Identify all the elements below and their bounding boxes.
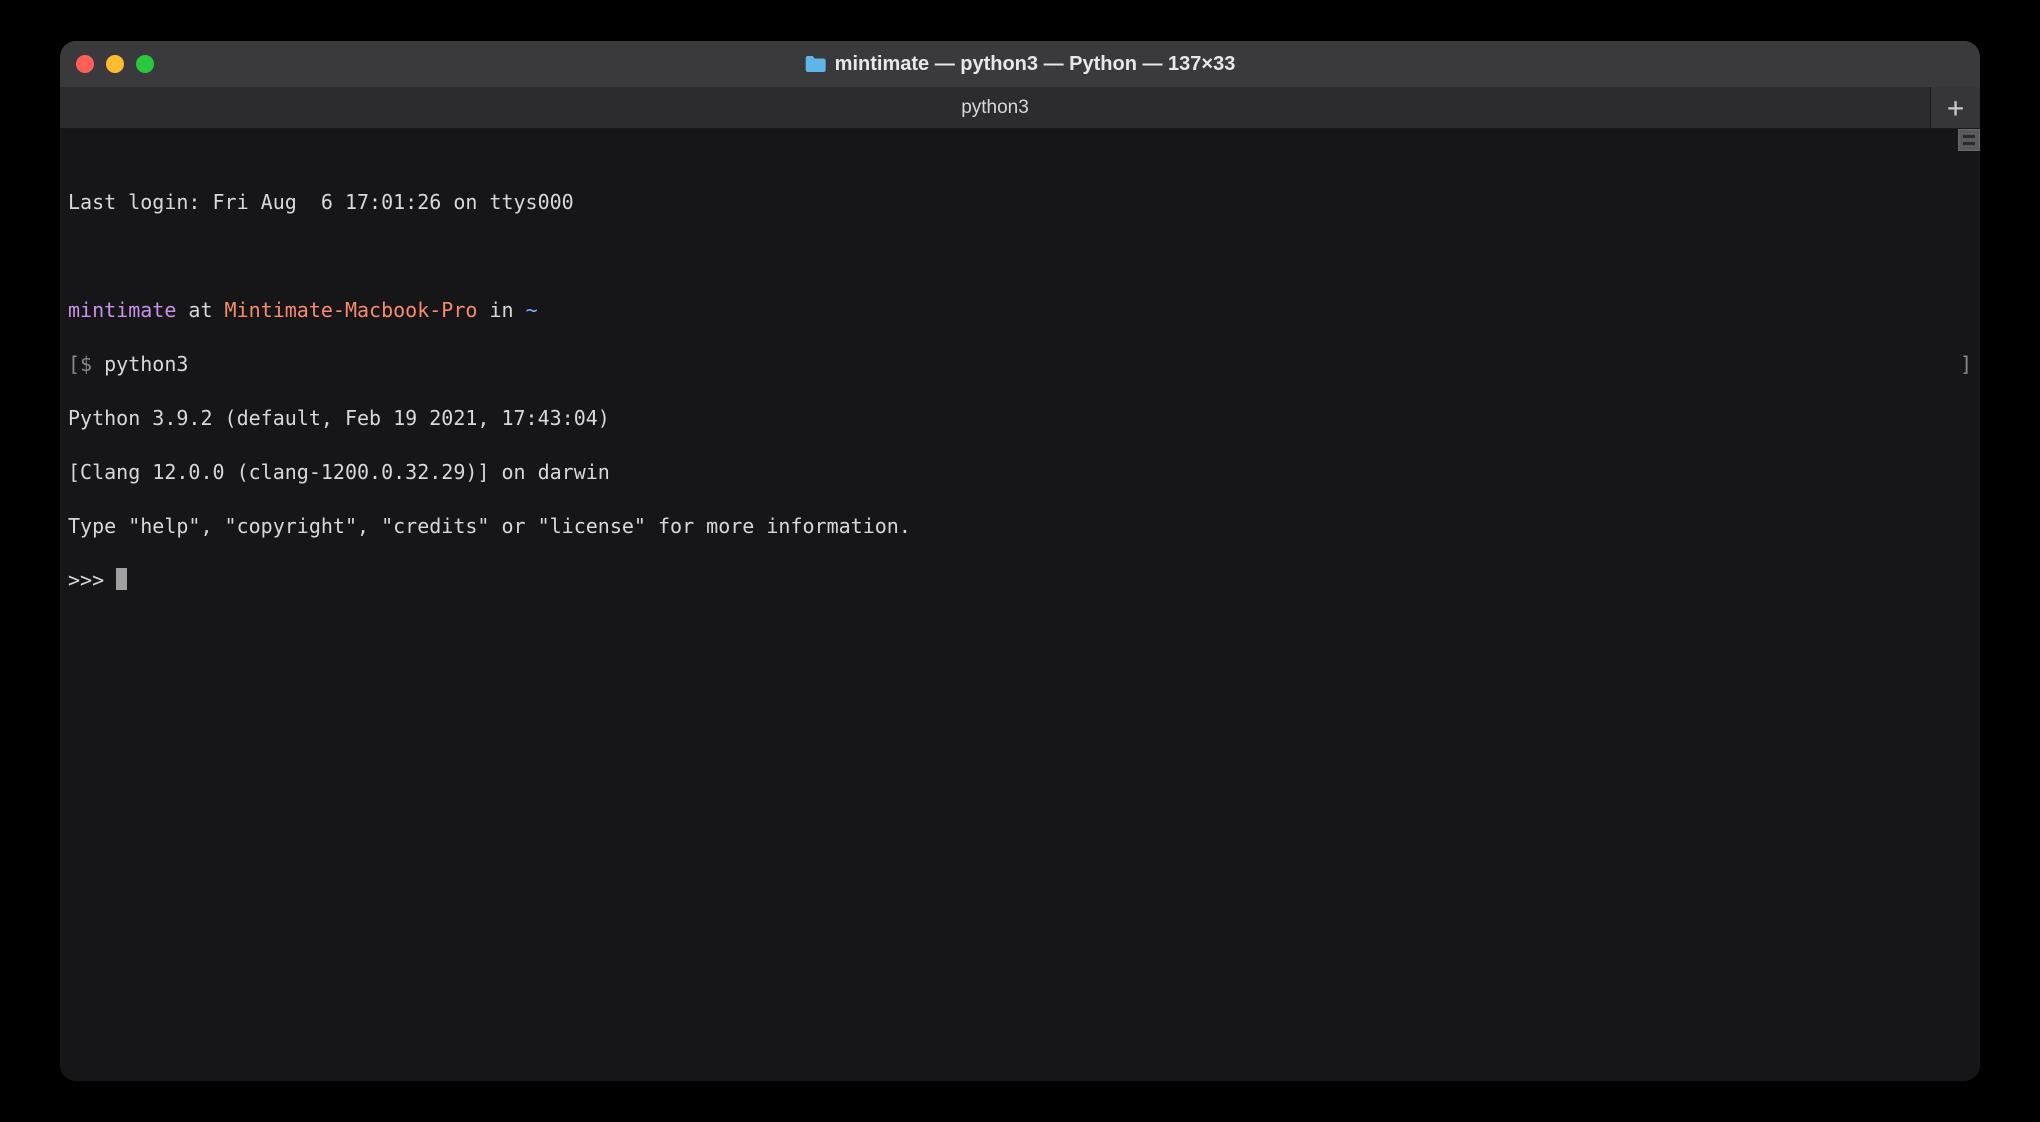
typed-command: python3 — [104, 352, 188, 376]
last-login-line: Last login: Fri Aug 6 17:01:26 on ttys00… — [68, 189, 1972, 216]
repl-prompt: >>> — [68, 568, 116, 592]
window-controls — [76, 55, 154, 73]
python-help-line: Type "help", "copyright", "credits" or "… — [68, 513, 1972, 540]
minimize-button[interactable] — [106, 55, 124, 73]
window-title: mintimate — python3 — Python — 137×33 — [805, 53, 1236, 76]
command-line: [$ python3] — [68, 351, 1972, 378]
tab-python3[interactable]: python3 — [60, 87, 1930, 128]
cursor — [116, 568, 127, 590]
prompt-host: Mintimate-Macbook-Pro — [225, 298, 478, 322]
prompt-in: in — [477, 298, 525, 322]
terminal-window: mintimate — python3 — Python — 137×33 py… — [60, 41, 1980, 1081]
title-bar: mintimate — python3 — Python — 137×33 — [60, 41, 1980, 87]
python-compiler-line: [Clang 12.0.0 (clang-1200.0.32.29)] on d… — [68, 459, 1972, 486]
tab-bar: python3 + — [60, 87, 1980, 129]
prompt-path: ~ — [526, 298, 538, 322]
tab-label: python3 — [961, 97, 1029, 119]
scroll-indicator-icon — [1958, 129, 1980, 151]
maximize-button[interactable] — [136, 55, 154, 73]
python-version-line: Python 3.9.2 (default, Feb 19 2021, 17:4… — [68, 405, 1972, 432]
folder-icon — [805, 55, 827, 73]
ps1-line: mintimate at Mintimate-Macbook-Pro in ~ — [68, 297, 1972, 324]
terminal-output[interactable]: Last login: Fri Aug 6 17:01:26 on ttys00… — [60, 129, 1980, 1081]
blank-line — [68, 243, 1972, 270]
window-title-text: mintimate — python3 — Python — 137×33 — [835, 53, 1236, 76]
close-button[interactable] — [76, 55, 94, 73]
prompt-user: mintimate — [68, 298, 176, 322]
repl-prompt-line: >>> — [68, 567, 1972, 594]
prompt-at: at — [176, 298, 224, 322]
bracket-left: [$ — [68, 352, 104, 376]
bracket-right: ] — [1960, 351, 1972, 378]
new-tab-button[interactable]: + — [1930, 87, 1980, 128]
plus-icon: + — [1947, 91, 1964, 124]
